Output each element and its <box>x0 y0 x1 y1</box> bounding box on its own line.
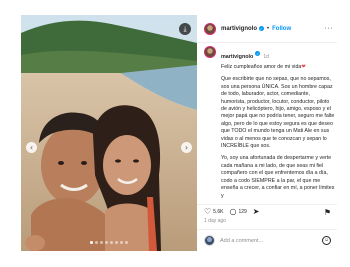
post-side-panel: martivignolo ✓ • Follow ··· martivignolo… <box>197 15 337 255</box>
share-button[interactable]: ➤ <box>252 206 260 216</box>
caption-avatar[interactable] <box>204 46 216 58</box>
emoji-icon[interactable]: ☺ <box>322 236 331 245</box>
comment-input[interactable]: Add a comment... <box>220 238 263 244</box>
heart-emoji: ❤ <box>301 64 306 70</box>
heart-icon: ♡ <box>204 206 212 216</box>
caption-area: martivignolo✓1d Feliz cumpleaños amor de… <box>197 45 337 205</box>
carousel-dot[interactable] <box>100 241 103 244</box>
caption-greeting: Feliz cumpleaños amor de mi vida❤ <box>221 64 336 71</box>
chevron-right-icon[interactable]: › <box>181 142 192 153</box>
carousel-dot[interactable] <box>95 241 98 244</box>
carousel-dot[interactable] <box>105 241 108 244</box>
post-actions: ♡ 5.6K ○ 129 ➤ ⚑ <box>197 204 337 218</box>
carousel-dots <box>21 241 197 244</box>
post-header: martivignolo ✓ • Follow ··· <box>197 15 337 43</box>
comment-box: Add a comment... ☺ <box>197 229 337 251</box>
header-username[interactable]: martivignolo <box>221 26 257 32</box>
avatar[interactable] <box>204 22 216 35</box>
comment-button[interactable]: ○ 129 <box>229 206 247 216</box>
header-separator: • <box>267 25 270 32</box>
verified-badge-icon: ✓ <box>259 26 265 31</box>
caption-username[interactable]: martivignolo <box>221 54 253 60</box>
comment-icon: ○ <box>229 206 237 216</box>
caption-time: 1d <box>263 54 269 60</box>
viewer-avatar <box>204 235 215 246</box>
carousel-dot[interactable] <box>125 241 128 244</box>
verified-badge-icon: ✓ <box>255 51 261 57</box>
like-count: 5.6K <box>213 208 224 215</box>
carousel-dot[interactable] <box>110 241 113 244</box>
follow-button[interactable]: Follow <box>272 26 291 32</box>
share-icon: ➤ <box>252 206 260 216</box>
caption-paragraph-1: Que escribirte que no sepas, que no sepa… <box>221 76 335 150</box>
more-horizontal-icon[interactable]: ··· <box>325 25 334 32</box>
post-media[interactable]: ⤓ ‹ › <box>21 15 197 251</box>
chevron-left-icon[interactable]: ‹ <box>26 142 37 153</box>
carousel-dot[interactable] <box>115 241 118 244</box>
bookmark-icon[interactable]: ⚑ <box>324 208 331 217</box>
carousel-dot[interactable] <box>120 241 123 244</box>
like-button[interactable]: ♡ 5.6K <box>204 206 224 216</box>
comment-count: 129 <box>238 208 247 215</box>
save-icon[interactable]: ⤓ <box>179 23 191 35</box>
carousel-dot[interactable] <box>90 241 93 244</box>
post-date: 1 day ago <box>204 218 226 224</box>
post-photo <box>21 15 197 251</box>
caption-paragraph-2: Yo, soy una afortunada de despertarme y … <box>221 155 335 199</box>
caption-greeting-text: Feliz cumpleaños amor de mi vida <box>221 64 302 70</box>
